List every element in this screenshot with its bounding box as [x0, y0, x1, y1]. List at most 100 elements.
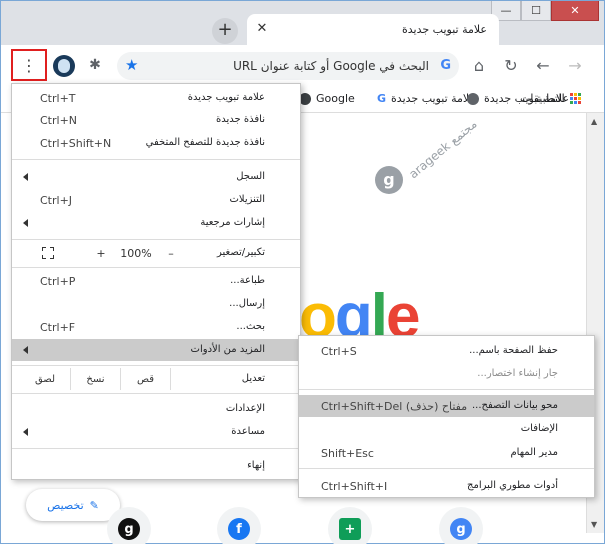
shortcut-tile[interactable]: g: [107, 507, 151, 544]
scroll-down-icon[interactable]: ▼: [591, 520, 597, 529]
menu-label: مدير المهام: [510, 447, 558, 458]
edit-divider: [170, 368, 171, 390]
menu-label: إرسال...: [229, 298, 265, 309]
back-arrow-icon[interactable]: ←: [533, 57, 553, 77]
menu-separator: [299, 468, 594, 469]
menu-label: مساعدة: [231, 426, 265, 437]
profile-avatar[interactable]: [53, 55, 75, 77]
submenu-item-save-page[interactable]: Ctrl+S حفظ الصفحة باسم...: [299, 340, 594, 362]
menu-label: الإضافات: [520, 423, 558, 434]
fullscreen-icon[interactable]: [42, 247, 54, 259]
menu-separator: [12, 448, 300, 449]
menu-label: الإعدادات: [225, 403, 265, 414]
apps-dot: [573, 101, 577, 104]
chrome-main-menu: Ctrl+T علامة تبويب جديدة Ctrl+N نافذة جد…: [11, 83, 301, 480]
menu-item-print[interactable]: Ctrl+P طباعة...: [12, 270, 300, 292]
shortcut-tile[interactable]: +: [328, 507, 372, 544]
apps-dot: [573, 97, 577, 100]
bookmark-new-tab-google[interactable]: G علامة تبويب جديدة: [377, 92, 476, 105]
submenu-item-create-shortcut: جار إنشاء اختصار...: [299, 363, 594, 385]
menu-separator: [12, 365, 300, 366]
menu-item-exit[interactable]: إنهاء: [12, 455, 300, 477]
zoom-level: 100%: [120, 246, 152, 260]
menu-item-help[interactable]: مساعدة: [12, 421, 300, 443]
menu-edit-row: لصق نسخ قص تعديل: [12, 368, 300, 390]
reload-icon[interactable]: ↻: [501, 57, 521, 77]
sheets-icon: +: [339, 518, 361, 540]
menu-label: محو بيانات التصفح...: [472, 400, 558, 411]
tab-close-icon[interactable]: ✕: [255, 22, 269, 36]
menu-item-incognito[interactable]: Ctrl+Shift+N نافذة جديدة للتصفح المتخفي: [12, 132, 300, 154]
arageek-shortcut-icon: g: [118, 518, 140, 540]
shortcut-tile[interactable]: f: [217, 507, 261, 544]
arageek-logo-icon: g: [375, 166, 403, 194]
title-bar: — ☐ ✕ + ✕ علامة تبويب جديدة: [1, 1, 604, 45]
menu-label: أدوات مطوري البرامج: [467, 480, 558, 491]
submenu-item-clear-browsing-data[interactable]: Ctrl+Shift+Del مفتاح (حذف) محو بيانات ال…: [299, 395, 594, 417]
apps-dot: [569, 101, 573, 104]
arageek-watermark: arageek مجتمع g: [375, 117, 480, 196]
tab-new-tab[interactable]: ✕ علامة تبويب جديدة: [247, 14, 499, 45]
forward-arrow-icon[interactable]: →: [565, 57, 585, 77]
menu-item-cast[interactable]: إرسال...: [12, 293, 300, 315]
menu-shortcut: Ctrl+F: [40, 321, 76, 334]
bookmark-google[interactable]: Google: [299, 92, 355, 105]
submenu-item-extensions[interactable]: الإضافات: [299, 418, 594, 440]
apps-dot: [569, 97, 573, 100]
bookmark-label: Google: [316, 92, 355, 105]
bookmark-star-icon[interactable]: ★: [125, 56, 138, 74]
close-window-button[interactable]: ✕: [551, 1, 599, 21]
menu-label: إنهاء: [247, 460, 265, 471]
apps-dot: [577, 101, 581, 104]
apps-dot: [569, 93, 573, 96]
menu-label: التنزيلات: [229, 194, 265, 205]
home-icon[interactable]: ⌂: [469, 57, 489, 77]
cut-button[interactable]: قص: [120, 368, 170, 390]
menu-item-settings[interactable]: الإعدادات: [12, 398, 300, 420]
menu-item-downloads[interactable]: Ctrl+J التنزيلات: [12, 189, 300, 211]
omnibox[interactable]: ★ البحث في Google أو كتابة عنوان URL G: [117, 52, 459, 80]
extensions-puzzle-icon[interactable]: ✱: [85, 55, 105, 75]
paste-button[interactable]: لصق: [20, 368, 70, 390]
globe-icon: [467, 92, 479, 105]
menu-label: جار إنشاء اختصار...: [477, 368, 558, 379]
menu-shortcut: Ctrl+S: [321, 345, 357, 358]
menu-item-new-window[interactable]: Ctrl+N نافذة جديدة: [12, 109, 300, 131]
new-tab-button[interactable]: +: [212, 18, 238, 44]
scroll-up-icon[interactable]: ▲: [591, 117, 597, 126]
bookmark-label: علامة تبويب جديدة: [391, 92, 477, 105]
customize-button[interactable]: تخصيص ✎: [26, 489, 120, 521]
menu-separator: [12, 239, 300, 240]
menu-shortcut: Ctrl+Shift+I: [321, 480, 388, 493]
menu-item-more-tools[interactable]: المزيد من الأدوات: [12, 339, 300, 361]
menu-label: علامة تبويب جديدة: [187, 92, 265, 103]
menu-shortcut: Ctrl+N: [40, 114, 78, 127]
zoom-out-button[interactable]: –: [156, 242, 186, 264]
menu-item-find[interactable]: Ctrl+F بحث...: [12, 316, 300, 338]
chrome-menu-button[interactable]: ⋮: [11, 49, 47, 81]
menu-item-history[interactable]: السجل: [12, 166, 300, 188]
submenu-item-developer-tools[interactable]: Ctrl+Shift+I أدوات مطوري البرامج: [299, 475, 594, 497]
facebook-icon: f: [228, 518, 250, 540]
menu-label-edit: تعديل: [241, 373, 265, 384]
menu-label: طباعة...: [230, 275, 265, 286]
shortcut-tile[interactable]: g: [439, 507, 483, 544]
maximize-button[interactable]: ☐: [521, 1, 551, 21]
submenu-arrow-icon: [23, 173, 28, 181]
menu-item-bookmarks[interactable]: إشارات مرجعية: [12, 212, 300, 234]
menu-label: السجل: [236, 171, 265, 182]
menu-separator: [12, 159, 300, 160]
window-controls: — ☐ ✕: [491, 1, 601, 21]
menu-label: إشارات مرجعية: [200, 217, 265, 228]
toolbar: ⋮ ✱ ★ البحث في Google أو كتابة عنوان URL…: [1, 45, 604, 85]
menu-item-new-tab[interactable]: Ctrl+T علامة تبويب جديدة: [12, 87, 300, 109]
menu-zoom-row: + 100% – تكبير/تصغير: [12, 242, 300, 264]
zoom-in-button[interactable]: +: [86, 242, 116, 264]
menu-shortcut: Ctrl+J: [40, 194, 73, 207]
more-vert-icon: ⋮: [21, 55, 37, 75]
submenu-item-task-manager[interactable]: Shift+Esc مدير المهام: [299, 442, 594, 464]
copy-button[interactable]: نسخ: [70, 368, 120, 390]
menu-label: بحث...: [236, 321, 265, 332]
menu-label: نافذة جديدة للتصفح المتخفي: [145, 137, 265, 148]
bookmark-apps[interactable]: التطبيقات: [520, 92, 581, 105]
